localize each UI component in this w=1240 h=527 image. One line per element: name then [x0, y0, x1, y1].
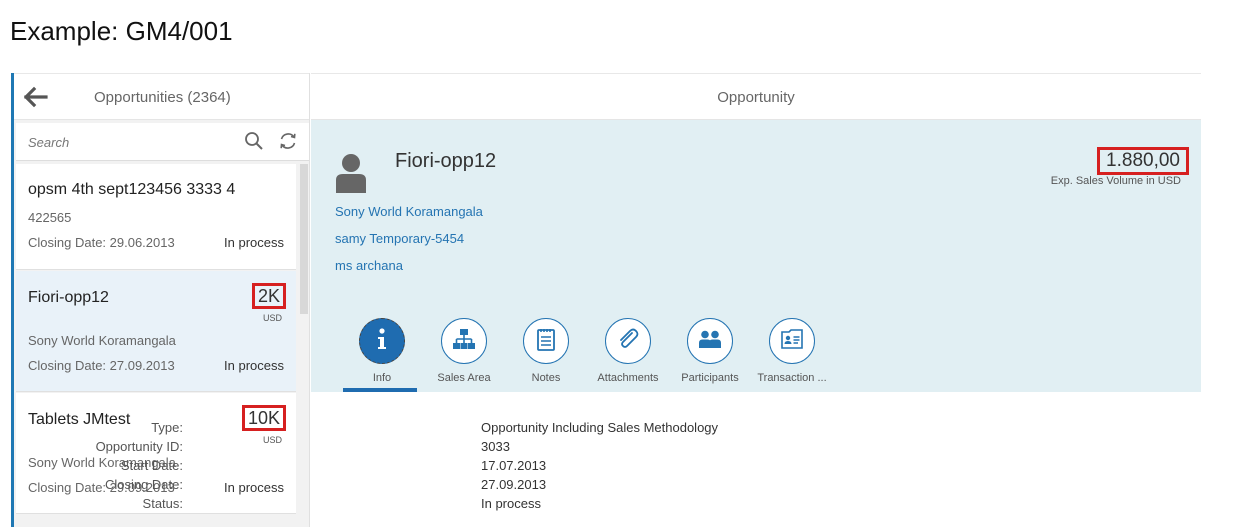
info-label: Closing Date: [104, 477, 183, 492]
info-value: 17.07.2013 [481, 458, 547, 473]
info-value: In process [481, 496, 541, 511]
list-item-subtitle: 422565 [28, 210, 72, 225]
object-title: Fiori-opp12 [395, 150, 497, 172]
business-card-icon [780, 328, 804, 354]
object-attribute-contact[interactable]: samy Temporary-5454 [335, 231, 464, 246]
list-item-closing-date: Closing Date: 27.09.2013 [28, 358, 175, 373]
master-header: Opportunities (2364) [14, 73, 309, 120]
info-row-opportunity-id: Opportunity ID: 3033 [96, 439, 911, 457]
info-icon [372, 327, 392, 356]
person-avatar-icon [335, 153, 367, 193]
object-header: Fiori-opp12 1.880,00 Exp. Sales Volume i… [311, 120, 1201, 392]
notes-icon [536, 327, 556, 356]
icon-tab-bar: Info Sales Area Notes Attachments Partic… [341, 316, 861, 392]
tab-sales-area[interactable]: Sales Area [423, 316, 505, 392]
object-number-unit: Exp. Sales Volume in USD [1050, 175, 1181, 187]
list-item-title: Tablets JMtest [28, 411, 131, 428]
paperclip-icon [617, 328, 639, 355]
list-scrollbar-thumb[interactable] [300, 164, 308, 314]
app-window: Opportunities (2364) opsm 4th sept123456… [11, 73, 1201, 527]
search-bar [16, 123, 309, 161]
info-label: Type: [151, 420, 183, 435]
info-value: 3033 [481, 439, 510, 454]
list-item[interactable]: opsm 4th sept123456 3333 4 422565 Closin… [16, 164, 296, 270]
detail-pane: Opportunity Fiori-opp12 1.880,00 Exp. Sa… [96, 73, 1201, 527]
master-title: Opportunities (2364) [94, 89, 231, 106]
tab-transaction[interactable]: Transaction ... [751, 316, 833, 392]
info-label: Opportunity ID: [95, 439, 183, 454]
list-item-closing-date: Closing Date: 29.06.2013 [28, 235, 175, 250]
list-item[interactable]: Fiori-opp12 2K USD Sony World Koramangal… [16, 271, 296, 392]
tab-attachments[interactable]: Attachments [587, 316, 669, 392]
hierarchy-icon [452, 328, 476, 355]
list-item-subtitle: Sony World Koramangala [28, 333, 176, 348]
info-row-status: Status: In process [143, 496, 911, 514]
info-value: Opportunity Including Sales Methodology [481, 420, 719, 435]
search-input[interactable] [28, 132, 218, 152]
list-item-status: In process [224, 358, 284, 373]
caption: Example: GM4/001 [10, 16, 233, 46]
list-item-currency: USD [262, 435, 282, 445]
active-tab-indicator [343, 388, 417, 392]
tab-notes[interactable]: Notes [505, 316, 587, 392]
refresh-icon[interactable] [278, 131, 298, 151]
detail-header: Opportunity [311, 73, 1201, 120]
list-item-status: In process [224, 480, 284, 495]
list-item-status: In process [224, 235, 284, 250]
people-icon [698, 330, 722, 353]
list-item-currency: USD [262, 313, 282, 323]
info-row-closing-date: Closing Date: 27.09.2013 [105, 477, 911, 495]
info-label: Start Date: [120, 458, 183, 473]
tab-participants[interactable]: Participants [669, 316, 751, 392]
detail-title: Opportunity [717, 89, 795, 106]
info-row-type: Type: Opportunity Including Sales Method… [151, 420, 911, 438]
object-attribute-account[interactable]: Sony World Koramangala [335, 204, 483, 219]
info-value: 27.09.2013 [481, 477, 547, 492]
info-row-start-date: Start Date: 17.07.2013 [121, 458, 911, 476]
tab-label: Transaction ... [757, 372, 827, 384]
list-item-amount: 10K [241, 405, 286, 431]
object-attribute-owner[interactable]: ms archana [335, 258, 403, 273]
back-arrow-icon[interactable] [23, 86, 48, 108]
list-item-amount: 2K [251, 283, 286, 309]
list-item-title: Fiori-opp12 [28, 289, 109, 306]
object-number: 1.880,00 [1097, 147, 1189, 175]
info-label: Status: [142, 496, 183, 511]
search-icon[interactable] [244, 131, 264, 151]
tab-info[interactable]: Info [341, 316, 423, 392]
list-item-title: opsm 4th sept123456 3333 4 [28, 181, 236, 198]
